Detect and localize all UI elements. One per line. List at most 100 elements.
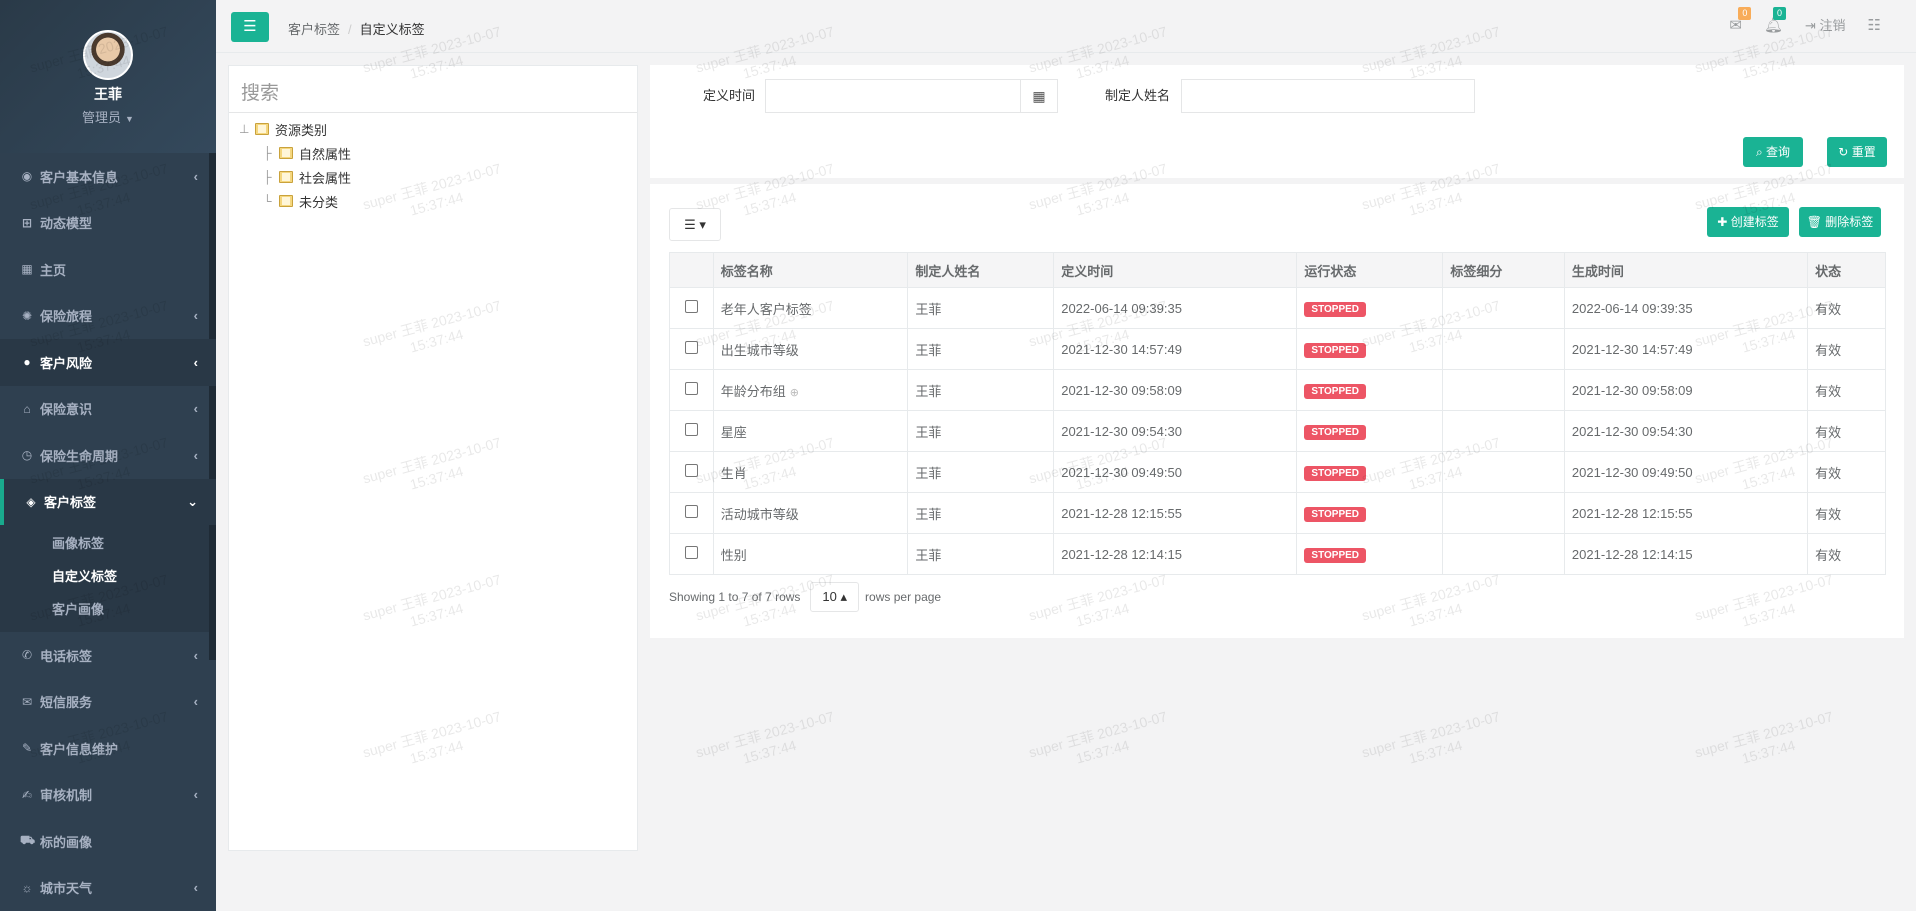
- calendar-button[interactable]: ▦: [1020, 79, 1058, 113]
- defined-time-cell: 2021-12-28 12:14:15: [1053, 533, 1298, 575]
- menu-toggle-button[interactable]: ☰: [231, 12, 269, 42]
- column-header[interactable]: 运行状态: [1296, 252, 1444, 288]
- status-badge: STOPPED: [1304, 383, 1367, 399]
- table-row[interactable]: 年龄分布组 ⊕ 王菲 2021-12-30 09:58:09 STOPPED 2021-1…: [669, 369, 1886, 411]
- creator-cell: 王菲: [907, 369, 1055, 411]
- tag-detail-cell: [1442, 492, 1565, 534]
- sidebar-item-label: 保险生命周期: [40, 448, 119, 464]
- trash-icon: 🗑︎: [1806, 215, 1826, 229]
- column-header[interactable]: 制定人姓名: [907, 252, 1055, 288]
- row-checkbox[interactable]: [684, 423, 698, 436]
- table-row[interactable]: 活动城市等级 王菲 2021-12-28 12:15:55 STOPPED 2021-1…: [669, 492, 1886, 534]
- row-checkbox-cell: [669, 328, 714, 370]
- sidebar-bottom-item-4[interactable]: ⛟ 标的画像: [0, 818, 216, 865]
- row-checkbox-cell: [669, 410, 714, 452]
- tree-node-label: 未分类: [299, 194, 339, 210]
- sidebar-item-7[interactable]: ◈ 客户标签 ⌄: [0, 478, 216, 525]
- sidebar-bottom-item-0[interactable]: ✆ 电话标签 ‹: [0, 632, 216, 679]
- table-row[interactable]: 生肖 王菲 2021-12-30 09:49:50 STOPPED 2021-12-30…: [669, 451, 1886, 493]
- breadcrumb-separator: /: [348, 22, 352, 37]
- column-header[interactable]: 状态: [1807, 252, 1886, 288]
- subnav-item-1[interactable]: 自定义标签: [0, 560, 216, 593]
- status-cell: 有效: [1807, 410, 1886, 452]
- sidebar-item-5[interactable]: ⌂ 保险意识 ‹: [0, 386, 216, 433]
- creator-input[interactable]: [1181, 79, 1475, 113]
- column-header[interactable]: 生成时间: [1563, 252, 1809, 288]
- tree-node-child[interactable]: └ 未分类: [239, 189, 627, 213]
- status-cell: 有效: [1807, 533, 1886, 575]
- status-badge: STOPPED: [1304, 547, 1367, 563]
- column-header[interactable]: 标签名称: [712, 252, 909, 288]
- spinner-icon: ✺: [21, 308, 33, 323]
- create-tag-button[interactable]: ✚ 创建标签: [1707, 207, 1789, 237]
- breadcrumb-parent[interactable]: 客户标签: [288, 22, 340, 37]
- sidebar-item-6[interactable]: ◷ 保险生命周期 ‹: [0, 432, 216, 479]
- select-all-header: [669, 252, 714, 288]
- user-role-dropdown[interactable]: 管理员 ▼: [0, 107, 216, 126]
- table-row[interactable]: 性别 王菲 2021-12-28 12:14:15 STOPPED 2021-12-28…: [669, 533, 1886, 575]
- sidebar-bottom-item-1[interactable]: ✉ 短信服务 ‹: [0, 679, 216, 726]
- sidebar-bottom-item-3[interactable]: ✍ 审核机制 ‹: [0, 772, 216, 819]
- notification-button[interactable]: 🔔︎ 0: [1764, 6, 1786, 34]
- creator-cell: 王菲: [907, 533, 1055, 575]
- row-checkbox[interactable]: [684, 464, 698, 477]
- car-icon: ⛟: [20, 833, 36, 848]
- delete-tag-button[interactable]: 🗑︎ 删除标签: [1799, 207, 1881, 237]
- plus-icon: ✚: [1717, 215, 1731, 229]
- tree-node-root[interactable]: ⊥ 资源类别: [239, 117, 627, 141]
- watermark-text: super 王菲 2023-10-0715:37:44: [1360, 707, 1507, 779]
- sidebar-item-label: 客户标签: [44, 495, 97, 511]
- sidebar-item-0[interactable]: ◉ 客户基本信息 ‹: [0, 153, 216, 200]
- table-row[interactable]: 星座 王菲 2021-12-30 09:54:30 STOPPED 2021-12-30…: [669, 410, 1886, 452]
- column-header[interactable]: 标签细分: [1442, 252, 1565, 288]
- sidebar-item-1[interactable]: ⊞ 动态模型: [0, 200, 216, 247]
- envelope-icon: ✉: [21, 694, 33, 709]
- search-button[interactable]: ⌕ 查询: [1743, 137, 1803, 167]
- tree-collapse-icon[interactable]: ⊥: [239, 122, 255, 136]
- category-tree: ⊥ 资源类别 ├ 自然属性 ├ 社会属性 └ 未分类: [229, 113, 637, 217]
- row-checkbox[interactable]: [684, 546, 698, 559]
- creator-cell: 王菲: [907, 451, 1055, 493]
- define-time-input[interactable]: [765, 79, 1021, 113]
- row-checkbox[interactable]: [684, 382, 698, 395]
- sidebar-item-label: 客户信息维护: [40, 741, 119, 757]
- define-time-label: 定义时间: [703, 88, 756, 103]
- status-cell: 有效: [1807, 492, 1886, 534]
- tag-detail-cell: [1442, 451, 1565, 493]
- tag-name-cell: 出生城市等级: [712, 328, 909, 370]
- row-checkbox-cell: [669, 492, 714, 534]
- right-sidebar-toggle[interactable]: ☷: [1868, 16, 1881, 34]
- tree-node-child[interactable]: ├ 社会属性: [239, 165, 627, 189]
- tree-node-child[interactable]: ├ 自然属性: [239, 141, 627, 165]
- row-checkbox[interactable]: [684, 300, 698, 313]
- tag-name-cell: 星座: [712, 410, 909, 452]
- row-checkbox[interactable]: [684, 341, 698, 354]
- sidebar-bottom-item-5[interactable]: ☼ 城市天气 ‹: [0, 865, 216, 911]
- sidebar-item-2[interactable]: ▦ 主页: [0, 246, 216, 293]
- table-row[interactable]: 出生城市等级 王菲 2021-12-30 14:57:49 STOPPED 2021-1…: [669, 328, 1886, 370]
- page-size-dropdown[interactable]: 10 ▴: [810, 582, 860, 612]
- view-toggle-button[interactable]: ☰ ▾: [669, 208, 721, 241]
- plus-circle-icon: ⊕: [789, 386, 799, 399]
- tree-search-input[interactable]: 搜索: [229, 66, 637, 113]
- column-header[interactable]: 定义时间: [1053, 252, 1298, 288]
- logout-link[interactable]: ⇥ 注销: [1805, 15, 1846, 34]
- tag-name: 星座: [720, 424, 747, 440]
- tag-detail-cell: [1442, 533, 1565, 575]
- watermark-text: super 王菲 2023-10-0715:37:44: [1693, 707, 1840, 779]
- tree-node-label: 自然属性: [299, 146, 352, 162]
- mail-button[interactable]: ✉ 0: [1729, 6, 1752, 34]
- creator-cell: 王菲: [907, 410, 1055, 452]
- sidebar-item-4[interactable]: ● 客户风险 ‹: [0, 339, 216, 386]
- chevron-icon: ‹: [193, 447, 198, 463]
- subnav-item-0[interactable]: 画像标签: [0, 527, 216, 560]
- subnav-item-2[interactable]: 客户画像: [0, 593, 216, 626]
- reset-button[interactable]: ↻ 重置: [1827, 137, 1887, 167]
- bomb-icon: ●: [23, 355, 31, 370]
- sidebar-bottom-item-2[interactable]: ✎ 客户信息维护: [0, 725, 216, 772]
- reset-button-label: 重置: [1851, 145, 1876, 159]
- avatar[interactable]: [83, 30, 133, 80]
- row-checkbox[interactable]: [684, 505, 698, 518]
- table-row[interactable]: 老年人客户标签 王菲 2022-06-14 09:39:35 STOPPED 2022-…: [669, 287, 1886, 329]
- sidebar-item-3[interactable]: ✺ 保险旅程 ‹: [0, 293, 216, 340]
